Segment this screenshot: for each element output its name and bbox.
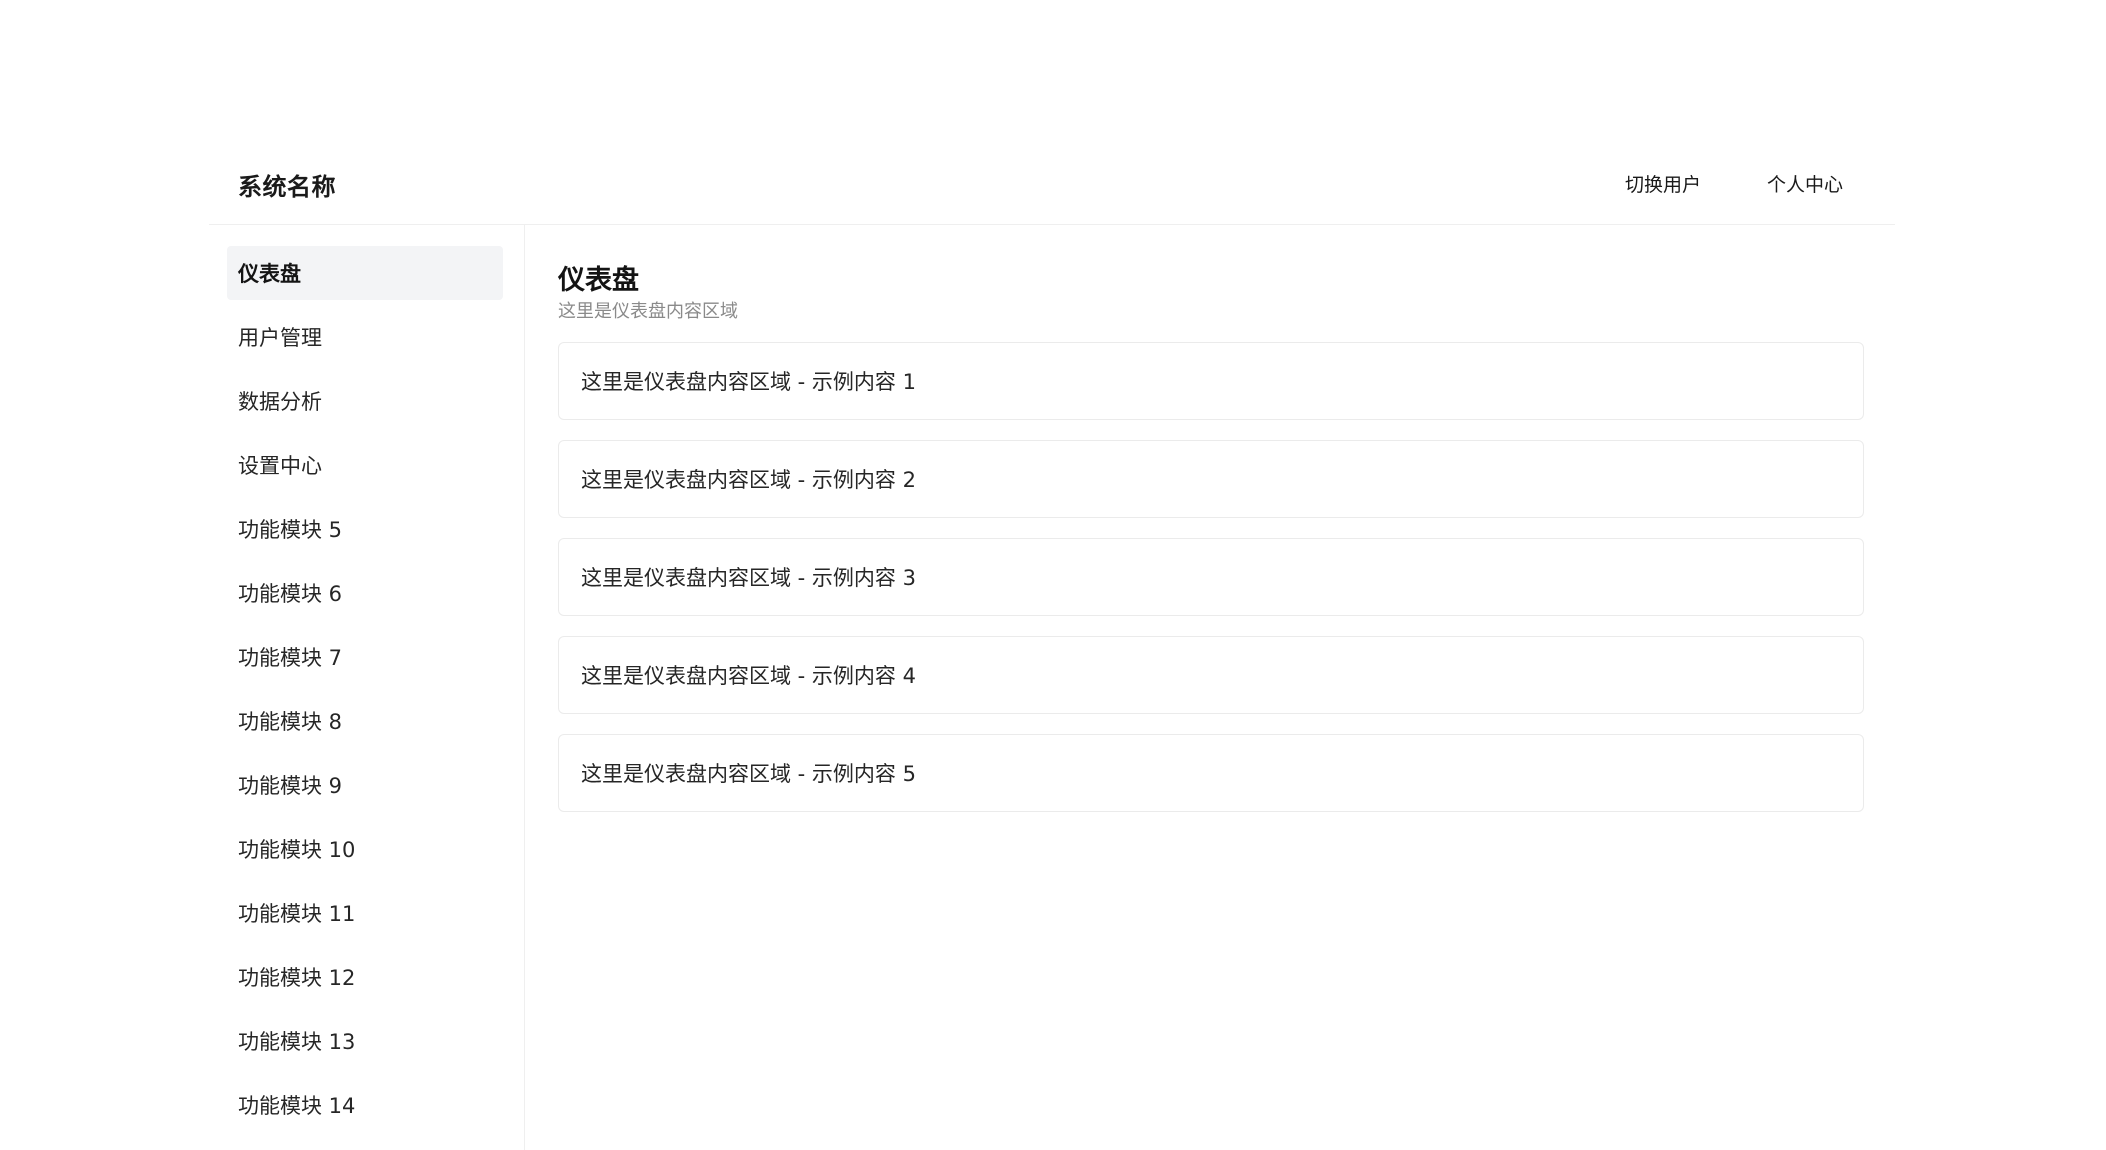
content-card: 这里是仪表盘内容区域 - 示例内容 1 [558, 342, 1864, 420]
top-header: 系统名称 切换用户 个人中心 [209, 150, 1895, 225]
sidebar-item-user-management[interactable]: 用户管理 [227, 310, 503, 364]
sidebar-item-module-8[interactable]: 功能模块 8 [227, 694, 503, 748]
page-title: 仪表盘 [558, 265, 639, 296]
content-card: 这里是仪表盘内容区域 - 示例内容 5 [558, 734, 1864, 812]
sidebar-item-module-7[interactable]: 功能模块 7 [227, 630, 503, 684]
system-title: 系统名称 [238, 173, 336, 201]
sidebar-item-data-analysis[interactable]: 数据分析 [227, 374, 503, 428]
sidebar-item-dashboard[interactable]: 仪表盘 [227, 246, 503, 300]
sidebar-item-module-12[interactable]: 功能模块 12 [227, 950, 503, 1004]
profile-link[interactable]: 个人中心 [1767, 170, 1843, 197]
switch-user-link[interactable]: 切换用户 [1625, 170, 1701, 197]
page-subtitle: 这里是仪表盘内容区域 [558, 301, 738, 322]
content-card-list: 这里是仪表盘内容区域 - 示例内容 1 这里是仪表盘内容区域 - 示例内容 2 … [558, 342, 1864, 832]
sidebar-item-module-13[interactable]: 功能模块 13 [227, 1014, 503, 1068]
content-card: 这里是仪表盘内容区域 - 示例内容 4 [558, 636, 1864, 714]
app-shell: 系统名称 切换用户 个人中心 仪表盘 用户管理 数据分析 设置中心 功能模块 5… [209, 150, 1895, 1150]
sidebar-item-module-10[interactable]: 功能模块 10 [227, 822, 503, 876]
sidebar-item-settings[interactable]: 设置中心 [227, 438, 503, 492]
sidebar-item-module-14[interactable]: 功能模块 14 [227, 1078, 503, 1132]
content-card: 这里是仪表盘内容区域 - 示例内容 3 [558, 538, 1864, 616]
sidebar-item-module-6[interactable]: 功能模块 6 [227, 566, 503, 620]
sidebar-item-module-11[interactable]: 功能模块 11 [227, 886, 503, 940]
header-actions: 切换用户 个人中心 [1625, 170, 1843, 197]
sidebar-item-module-5[interactable]: 功能模块 5 [227, 502, 503, 556]
content-card: 这里是仪表盘内容区域 - 示例内容 2 [558, 440, 1864, 518]
sidebar-item-module-9[interactable]: 功能模块 9 [227, 758, 503, 812]
sidebar: 仪表盘 用户管理 数据分析 设置中心 功能模块 5 功能模块 6 功能模块 7 … [209, 225, 525, 1150]
